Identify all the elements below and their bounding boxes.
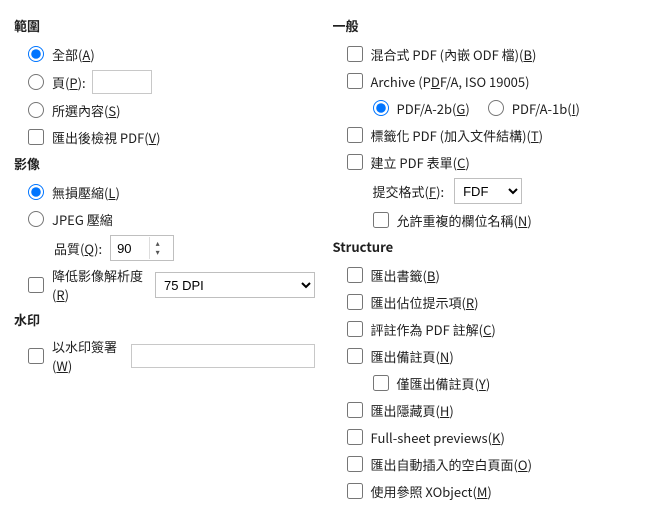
reduce-resolution-label: 降低影像解析度(R)	[52, 266, 147, 304]
pdfa-2b-label: PDF/A-2b(G)	[397, 99, 470, 118]
full-sheet-previews-label: Full-sheet previews(K)	[371, 428, 505, 447]
watermark-title: 水印	[14, 310, 315, 329]
range-pages-radio[interactable]	[28, 74, 44, 90]
pdfa-2b-radio[interactable]	[373, 100, 389, 116]
watermark-check[interactable]	[28, 348, 44, 364]
create-form-label: 建立 PDF 表單(C)	[371, 153, 470, 172]
export-notes-pages-check[interactable]	[347, 348, 363, 364]
watermark-input[interactable]	[131, 344, 315, 368]
range-selection-label: 所選內容(S)	[52, 101, 121, 120]
use-xobject-check[interactable]	[347, 483, 363, 499]
full-sheet-previews-check[interactable]	[347, 429, 363, 445]
range-all-label: 全部(A)	[52, 45, 95, 64]
range-title: 範圍	[14, 16, 315, 35]
spinner-arrows[interactable]: ▴▾	[149, 237, 165, 259]
watermark-label: 以水印簽署(W)	[52, 337, 123, 375]
quality-label: 品質(Q):	[54, 239, 102, 258]
view-after-export-label: 匯出後檢視 PDF(V)	[52, 128, 161, 147]
auto-blank-pages-label: 匯出自動插入的空白頁面(O)	[371, 455, 532, 474]
export-bookmarks-label: 匯出書籤(B)	[371, 266, 440, 285]
submit-format-label: 提交格式(F):	[373, 182, 445, 201]
tagged-pdf-check[interactable]	[347, 127, 363, 143]
submit-format-select[interactable]: FDF	[454, 178, 522, 204]
export-placeholders-label: 匯出佔位提示項(R)	[371, 293, 479, 312]
structure-title: Structure	[333, 237, 634, 256]
view-after-export-check[interactable]	[28, 129, 44, 145]
duplicate-fieldnames-label: 允許重複的欄位名稱(N)	[397, 211, 532, 230]
chevron-down-icon[interactable]: ▾	[156, 248, 160, 257]
range-pages-label: 頁(P):	[52, 73, 86, 92]
reduce-resolution-check[interactable]	[28, 277, 44, 293]
auto-blank-pages-check[interactable]	[347, 456, 363, 472]
comments-as-annotations-label: 評註作為 PDF 註解(C)	[371, 320, 496, 339]
create-form-check[interactable]	[347, 154, 363, 170]
lossless-label: 無損壓縮(L)	[52, 183, 120, 202]
dpi-select[interactable]: 75 DPI	[155, 272, 314, 298]
comments-as-annotations-check[interactable]	[347, 321, 363, 337]
range-selection-radio[interactable]	[28, 102, 44, 118]
hybrid-pdf-label: 混合式 PDF (內嵌 ODF 檔)(B)	[371, 45, 537, 64]
image-title: 影像	[14, 154, 315, 173]
range-all-radio[interactable]	[28, 46, 44, 62]
archive-check[interactable]	[347, 73, 363, 89]
general-title: 一般	[333, 16, 634, 35]
use-xobject-label: 使用參照 XObject(M)	[371, 482, 492, 501]
only-notes-pages-check[interactable]	[373, 375, 389, 391]
archive-label: Archive (PDF/A, ISO 19005)	[371, 72, 530, 91]
lossless-radio[interactable]	[28, 184, 44, 200]
quality-spinner[interactable]: ▴▾	[110, 235, 174, 261]
export-hidden-pages-check[interactable]	[347, 402, 363, 418]
tagged-pdf-label: 標籤化 PDF (加入文件結構)(T)	[371, 126, 544, 145]
jpeg-label: JPEG 壓縮	[52, 210, 113, 229]
export-hidden-pages-label: 匯出隱藏頁(H)	[371, 401, 454, 420]
pdfa-1b-radio[interactable]	[488, 100, 504, 116]
pdfa-1b-label: PDF/A-1b(I)	[512, 99, 580, 118]
duplicate-fieldnames-check[interactable]	[373, 212, 389, 228]
quality-input[interactable]	[111, 237, 149, 259]
export-bookmarks-check[interactable]	[347, 267, 363, 283]
only-notes-pages-label: 僅匯出備註頁(Y)	[397, 374, 491, 393]
export-notes-pages-label: 匯出備註頁(N)	[371, 347, 454, 366]
range-pages-input[interactable]	[92, 70, 152, 94]
hybrid-pdf-check[interactable]	[347, 46, 363, 62]
jpeg-radio[interactable]	[28, 211, 44, 227]
export-placeholders-check[interactable]	[347, 294, 363, 310]
